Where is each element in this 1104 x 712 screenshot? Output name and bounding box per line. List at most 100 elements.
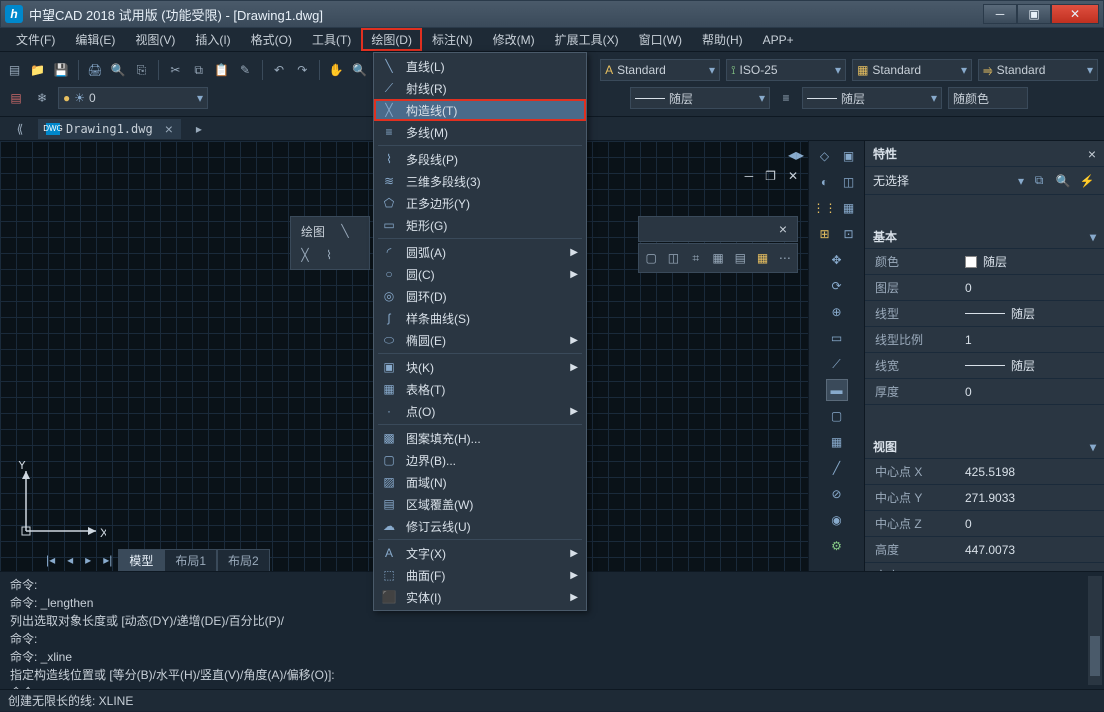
menu-item[interactable]: ⬠正多边形(Y): [374, 192, 586, 214]
menu-item[interactable]: ⬚曲面(F)▶: [374, 564, 586, 586]
prop-color[interactable]: 随层: [965, 253, 1104, 270]
float-toolbar-view[interactable]: ×: [638, 216, 798, 242]
mdi-minimize-icon[interactable]: ─: [741, 169, 758, 183]
menu-item[interactable]: ◜圆弧(A)▶: [374, 241, 586, 263]
prop-layer[interactable]: 0: [965, 281, 1104, 295]
xline-icon[interactable]: ╳: [295, 245, 315, 265]
vc2-icon[interactable]: ◫: [665, 248, 681, 268]
view-nav-arrows[interactable]: ◂▸: [788, 145, 804, 165]
prop-cx[interactable]: 425.5198: [965, 465, 1104, 479]
menu-item[interactable]: A文字(X)▶: [374, 542, 586, 564]
rp-copy-icon[interactable]: ▣: [838, 145, 860, 167]
menu-item[interactable]: ⬛实体(I)▶: [374, 586, 586, 608]
tab-layout2[interactable]: 布局2: [217, 549, 270, 572]
prop-linetype[interactable]: 随层: [965, 305, 1104, 322]
combo-layer[interactable]: ●☀0▾: [58, 87, 208, 109]
menu-format[interactable]: 格式(O): [241, 28, 302, 51]
rp-render-icon[interactable]: ◉: [826, 509, 848, 531]
prop-lineweight[interactable]: 随层: [965, 357, 1104, 374]
flash-icon[interactable]: ⚡: [1078, 172, 1096, 190]
menu-edit[interactable]: 编辑(E): [65, 28, 125, 51]
menu-help[interactable]: 帮助(H): [692, 28, 753, 51]
zoom-icon[interactable]: 🔍: [351, 60, 368, 80]
rp-offset-icon[interactable]: ◫: [838, 171, 860, 193]
rp-cfg-icon[interactable]: ⚙: [826, 535, 848, 557]
float-toolbar-viewcontrols[interactable]: ▢ ◫ ⌗ ▦ ▤ ▦ ⋯: [638, 243, 798, 273]
rp-wire-icon[interactable]: ▢: [826, 405, 848, 427]
rp-rotate-icon[interactable]: ⊞: [814, 223, 836, 245]
vc6-icon[interactable]: ▦: [754, 248, 770, 268]
print-icon[interactable]: 🖨: [86, 60, 103, 80]
menu-item[interactable]: ⟋射线(R): [374, 77, 586, 99]
undo-icon[interactable]: ↶: [270, 60, 287, 80]
group-basic[interactable]: 基本▾: [865, 225, 1104, 249]
menu-item[interactable]: ▢边界(B)...: [374, 449, 586, 471]
quickselect-icon[interactable]: ⧉: [1030, 172, 1048, 190]
rp-erase-icon[interactable]: ◇: [814, 145, 836, 167]
menu-item[interactable]: ≋三维多段线(3): [374, 170, 586, 192]
combo-mleaderstyle[interactable]: ⥤Standard▾: [978, 59, 1098, 81]
prop-thickness[interactable]: 0: [965, 385, 1104, 399]
linetype-icon[interactable]: ≡: [776, 88, 796, 108]
vc4-icon[interactable]: ▦: [710, 248, 726, 268]
tab-nav-next[interactable]: ▸: [79, 551, 97, 569]
combo-linetype[interactable]: 随层▾: [630, 87, 770, 109]
menu-tools[interactable]: 工具(T): [302, 28, 361, 51]
layer-manager-icon[interactable]: ▤: [6, 88, 26, 108]
prop-ltscale[interactable]: 1: [965, 333, 1104, 347]
vc3-icon[interactable]: ⌗: [688, 248, 704, 268]
rp-pan-icon[interactable]: ✥: [826, 249, 848, 271]
new-tab-icon[interactable]: ▸: [189, 119, 209, 139]
properties-close-icon[interactable]: ×: [1088, 146, 1096, 162]
rp-shade-icon[interactable]: ▦: [826, 431, 848, 453]
group-view[interactable]: 视图▾: [865, 435, 1104, 459]
menu-view[interactable]: 视图(V): [125, 28, 185, 51]
menu-item[interactable]: ·点(O)▶: [374, 400, 586, 422]
layer-states-icon[interactable]: ❄: [32, 88, 52, 108]
cmd-scrollbar[interactable]: [1088, 576, 1102, 685]
copy-icon[interactable]: ⧉: [190, 60, 207, 80]
menu-item[interactable]: ☁修订云线(U): [374, 515, 586, 537]
menu-app[interactable]: APP+: [753, 30, 804, 50]
rp-scale-icon[interactable]: ⊡: [838, 223, 860, 245]
menu-item[interactable]: ⌇多段线(P): [374, 148, 586, 170]
close-button[interactable]: ✕: [1051, 4, 1099, 24]
vc1-icon[interactable]: ▢: [643, 248, 659, 268]
menu-item[interactable]: ▨面域(N): [374, 471, 586, 493]
paste-icon[interactable]: 📋: [213, 60, 230, 80]
prop-height[interactable]: 447.0073: [965, 543, 1104, 557]
menu-window[interactable]: 窗口(W): [629, 28, 692, 51]
menu-item[interactable]: ▣块(K)▶: [374, 356, 586, 378]
match-icon[interactable]: ✎: [236, 60, 253, 80]
tab-model[interactable]: 模型: [118, 549, 164, 572]
rp-region-icon[interactable]: ▭: [826, 327, 848, 349]
combo-plotstyle[interactable]: 随颜色: [948, 87, 1028, 109]
properties-selection[interactable]: 无选择: [873, 172, 1012, 189]
open-icon[interactable]: 📁: [29, 60, 46, 80]
float-close-icon[interactable]: ×: [773, 221, 793, 237]
menu-item[interactable]: ╲直线(L): [374, 55, 586, 77]
publish-icon[interactable]: ⎘: [133, 60, 150, 80]
menu-item[interactable]: ▤区域覆盖(W): [374, 493, 586, 515]
rp-mirror-icon[interactable]: ◐: [814, 171, 836, 193]
new-icon[interactable]: ▤: [6, 60, 23, 80]
pickadd-icon[interactable]: 🔍: [1054, 172, 1072, 190]
menu-item[interactable]: ◎圆环(D): [374, 285, 586, 307]
menu-item[interactable]: ▦表格(T): [374, 378, 586, 400]
menu-draw[interactable]: 绘图(D): [361, 28, 422, 51]
rp-visual-icon[interactable]: ▬: [826, 379, 848, 401]
menu-item[interactable]: ≡多线(M): [374, 121, 586, 143]
redo-icon[interactable]: ↷: [294, 60, 311, 80]
mdi-close-icon[interactable]: ✕: [784, 169, 802, 183]
document-tab[interactable]: DWG Drawing1.dwg ×: [38, 119, 181, 139]
maximize-button[interactable]: ▣: [1017, 4, 1051, 24]
menu-item[interactable]: ⬭椭圆(E)▶: [374, 329, 586, 351]
pline-icon[interactable]: ⌇: [319, 245, 339, 265]
menu-item[interactable]: ʃ样条曲线(S): [374, 307, 586, 329]
tab-close-icon[interactable]: ×: [165, 121, 173, 137]
rp-hidden-icon[interactable]: ⊘: [826, 483, 848, 505]
menu-item[interactable]: ▩图案填充(H)...: [374, 427, 586, 449]
combo-lineweight[interactable]: 随层▾: [802, 87, 942, 109]
rp-measure-icon[interactable]: ⟋: [826, 353, 848, 375]
vc7-icon[interactable]: ⋯: [777, 248, 793, 268]
